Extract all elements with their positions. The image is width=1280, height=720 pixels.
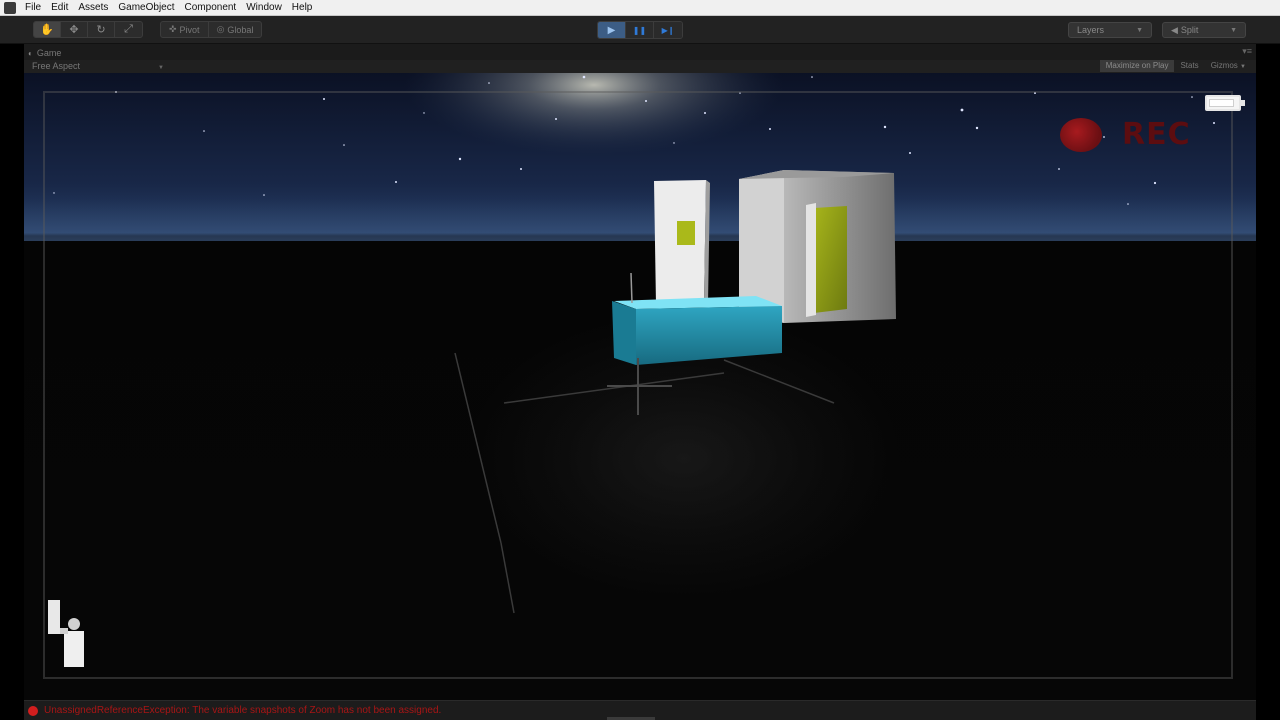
game-viewport[interactable]: REC: [24, 73, 1256, 700]
chevron-down-icon: ▼: [1230, 26, 1237, 34]
play-button[interactable]: ▶: [598, 22, 626, 38]
menu-bar: File Edit Assets GameObject Component Wi…: [0, 0, 1280, 16]
hand-icon: ✋: [40, 24, 54, 36]
layers-label: Layers: [1077, 25, 1105, 35]
left-edge-strip: [0, 700, 24, 720]
menu-file[interactable]: File: [25, 2, 41, 13]
camera-frame-guide: [43, 91, 1233, 679]
game-view-toolbar: Free Aspect ▼ Maximize on Play Stats Gizm…: [24, 60, 1256, 73]
game-tab-label: Game: [36, 48, 62, 58]
rotate-tool-button[interactable]: ↻: [88, 22, 115, 37]
menu-window[interactable]: Window: [246, 2, 282, 13]
player-character-icon: [48, 600, 84, 667]
move-tool-button[interactable]: ✥: [61, 22, 88, 37]
gizmos-label: Gizmos: [1210, 61, 1238, 70]
step-button[interactable]: ▶❙: [654, 22, 682, 38]
battery-fill: [1209, 99, 1235, 107]
pivot-icon: ✜: [169, 24, 177, 34]
battery-icon: [1205, 95, 1245, 111]
globe-icon: ◎: [216, 24, 225, 34]
rec-label: REC: [1122, 117, 1191, 152]
record-dot-icon: [1060, 117, 1102, 152]
menu-component[interactable]: Component: [185, 2, 237, 13]
maximize-on-play-toggle[interactable]: Maximize on Play: [1099, 60, 1175, 72]
game-panel: ◐ Game ▾≡ Free Aspect ▼ Maximize on Play …: [24, 44, 1256, 720]
pause-button[interactable]: ❚❚: [626, 22, 654, 38]
aspect-dropdown[interactable]: Free Aspect ▼: [32, 61, 164, 71]
layout-dropdown[interactable]: ◀ Split ▼: [1162, 22, 1246, 38]
play-icon: ▶: [607, 24, 616, 36]
layout-icon: ◀: [1171, 24, 1178, 35]
main-toolbar: ✋ ✥ ↻ ⤢ ✜ Pivot ◎ Global ▶ ❚❚ ▶❙ Layers ▼ …: [0, 16, 1280, 44]
gizmos-dropdown[interactable]: Gizmos ▼: [1205, 60, 1252, 72]
pivot-global-toggles: ✜ Pivot ◎ Global: [160, 21, 263, 38]
layers-dropdown[interactable]: Layers ▼: [1068, 22, 1152, 38]
pivot-label: Pivot: [179, 24, 200, 35]
move-icon: ✥: [69, 24, 79, 36]
global-toggle[interactable]: ◎ Global: [209, 22, 262, 37]
aspect-label: Free Aspect: [32, 61, 81, 71]
step-icon: ▶❙: [661, 25, 675, 35]
rec-indicator: REC: [1060, 117, 1191, 152]
game-tab-icon: ◐: [28, 48, 33, 58]
menu-assets[interactable]: Assets: [78, 2, 108, 13]
menu-edit[interactable]: Edit: [51, 2, 68, 13]
stats-toggle[interactable]: Stats: [1174, 60, 1204, 72]
panel-menu-icon[interactable]: ▾≡: [1242, 46, 1252, 57]
global-label: Global: [227, 24, 254, 35]
chevron-down-icon: ▼: [1136, 26, 1143, 34]
pause-icon: ❚❚: [632, 25, 647, 35]
console-status-bar[interactable]: UnassignedReferenceException: The variab…: [24, 700, 1256, 720]
status-message: UnassignedReferenceException: The variab…: [44, 705, 442, 716]
unity-app-icon: [4, 2, 16, 14]
chevron-down-icon: ▼: [1240, 64, 1246, 70]
rotate-icon: ↻: [96, 24, 106, 36]
scale-tool-button[interactable]: ⤢: [115, 22, 142, 37]
scale-icon: ⤢: [124, 23, 133, 35]
play-controls: ▶ ❚❚ ▶❙: [597, 21, 683, 39]
pivot-toggle[interactable]: ✜ Pivot: [161, 22, 209, 37]
hand-tool-button[interactable]: ✋: [34, 22, 61, 37]
menu-gameobject[interactable]: GameObject: [118, 2, 174, 13]
chevron-down-icon: ▼: [158, 65, 164, 71]
menu-help[interactable]: Help: [292, 2, 313, 13]
transform-tools: ✋ ✥ ↻ ⤢: [33, 21, 143, 38]
layout-label: Split: [1180, 24, 1199, 35]
tab-game[interactable]: ◐ Game: [28, 46, 61, 60]
error-icon: [28, 705, 38, 716]
